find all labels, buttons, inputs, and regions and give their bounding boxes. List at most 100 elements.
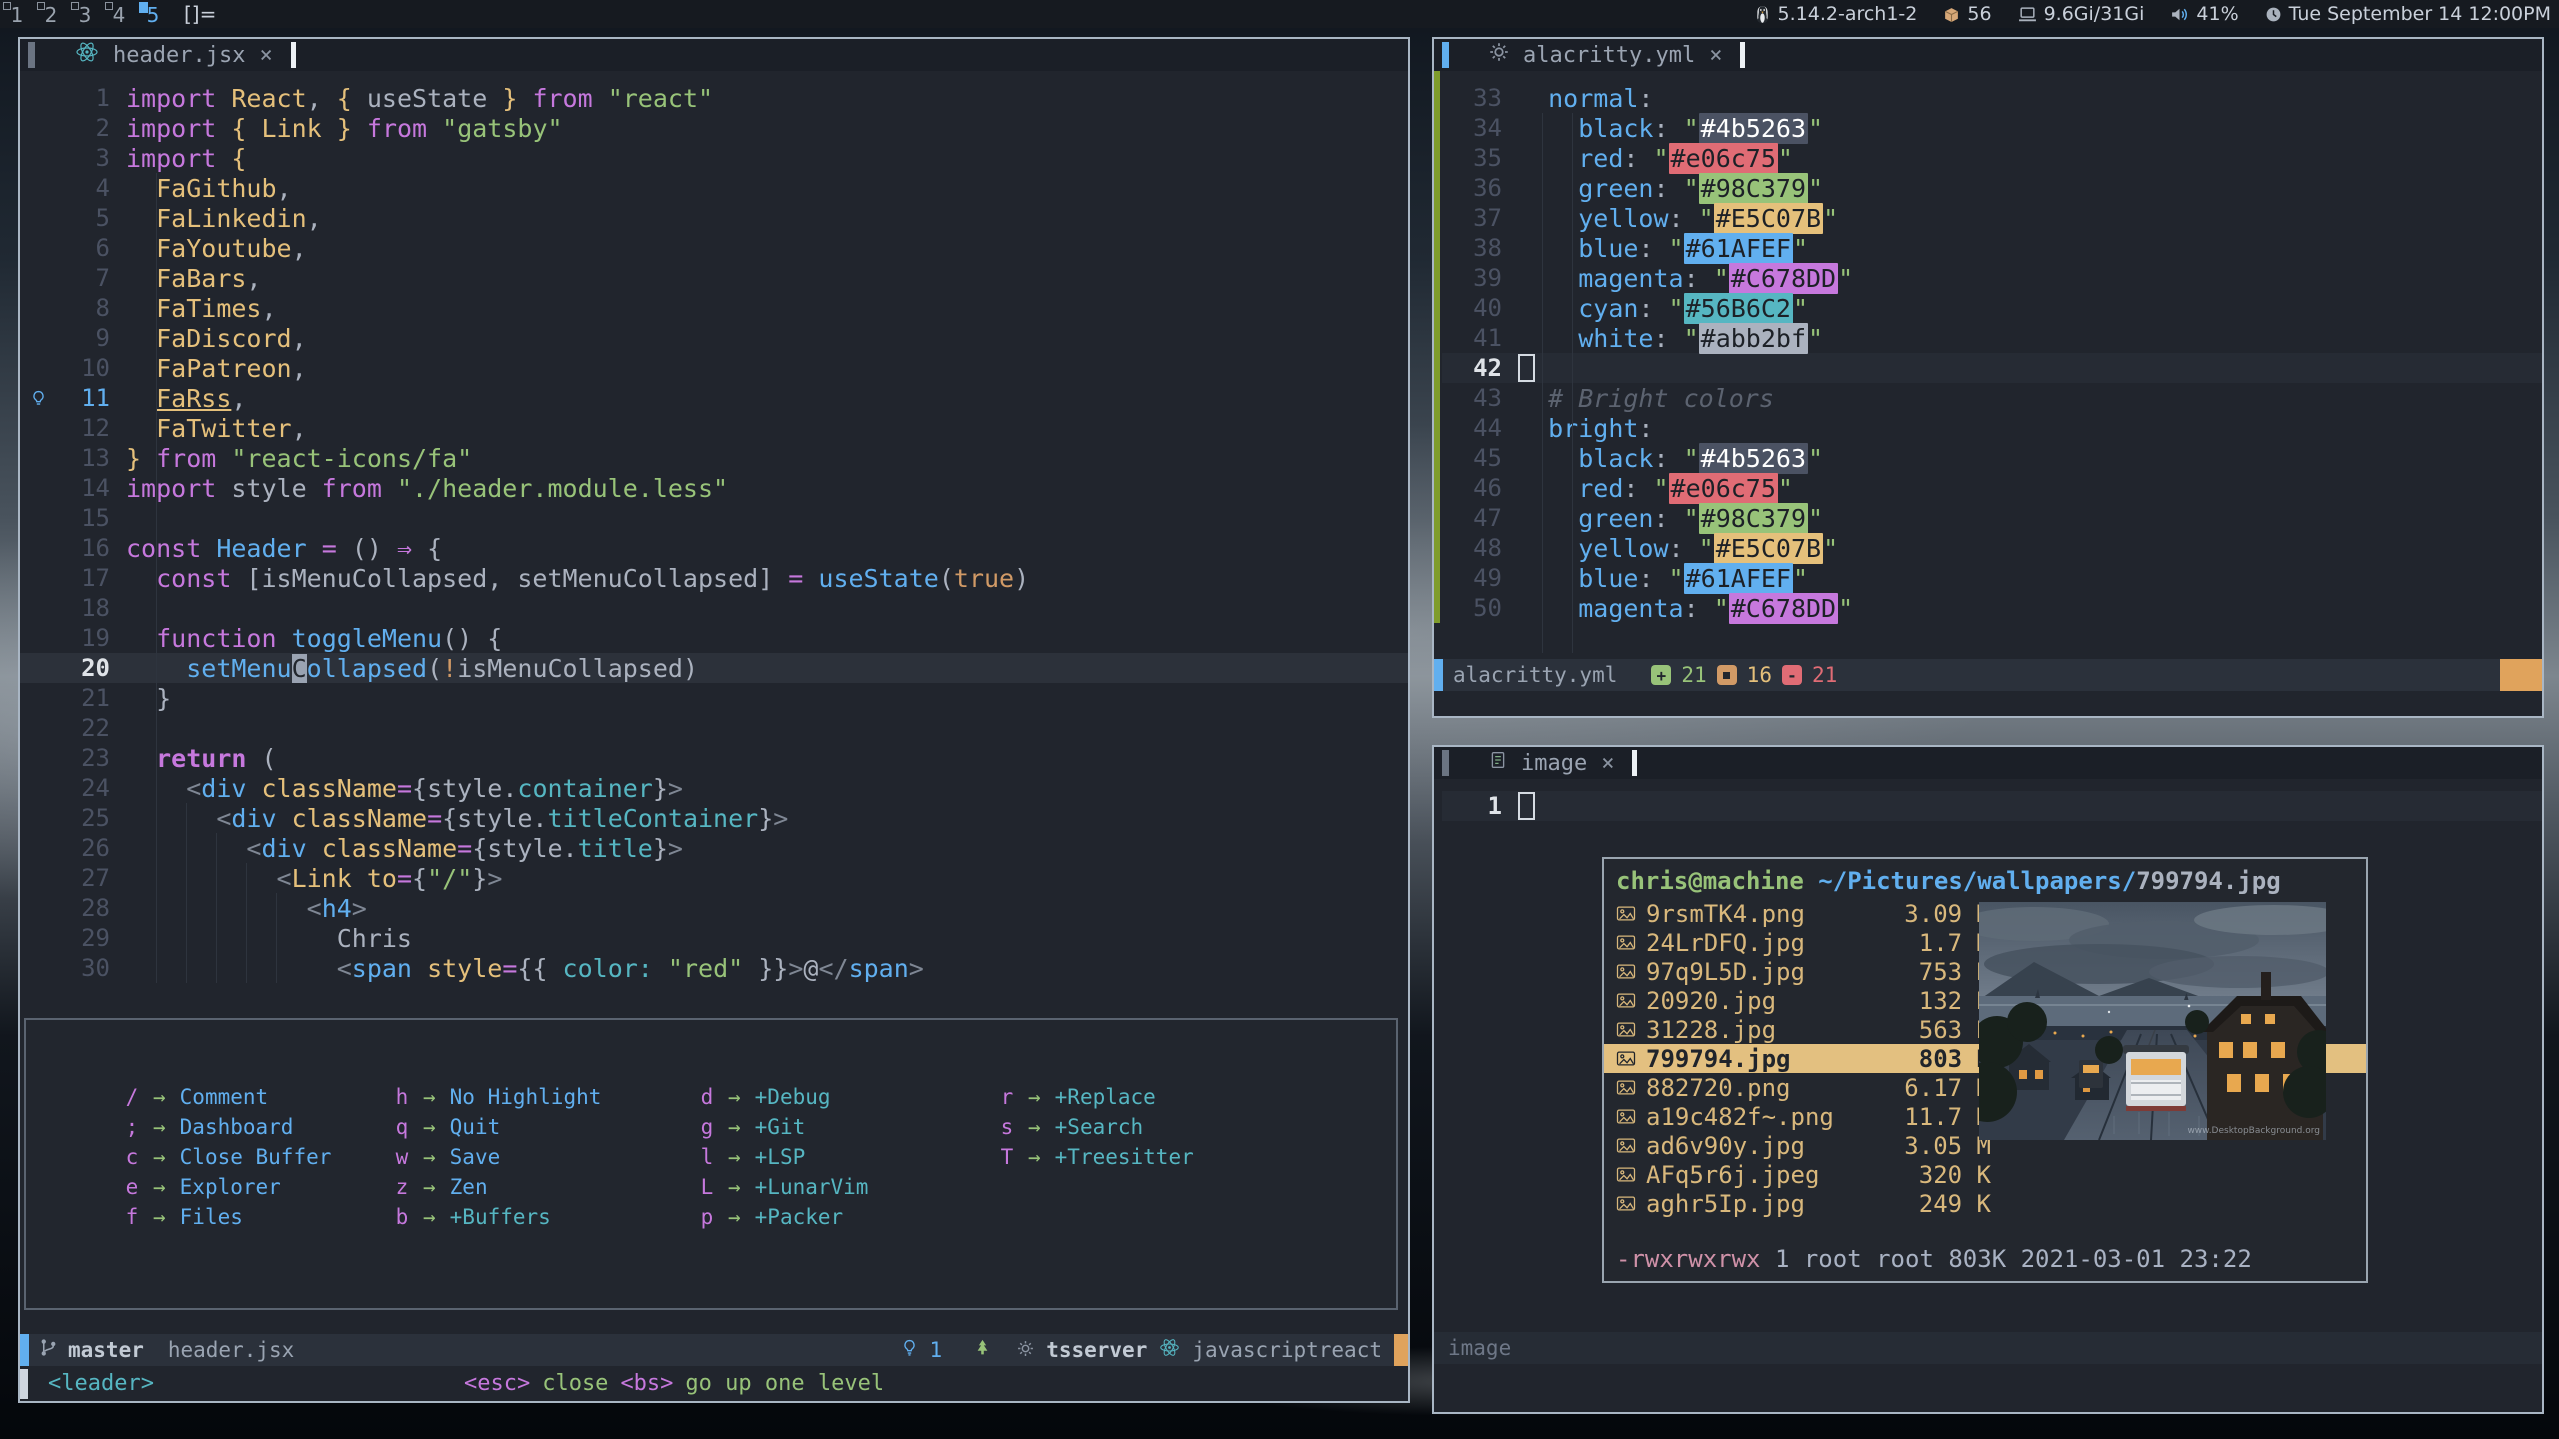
kernel-status: 5.14.2-arch1-2 — [1754, 3, 1918, 25]
whichkey-label: +LSP — [755, 1145, 806, 1169]
ranger-user-host: chris@machine — [1616, 867, 1804, 895]
editor-window-image[interactable]: image × 1 chris@machine ~/Pictures/wallp… — [1432, 745, 2544, 1414]
scrollbar-thumb[interactable] — [1394, 1334, 1408, 1366]
far-tram — [2079, 1060, 2103, 1088]
code-text: white: "#abb2bf" — [1518, 323, 1823, 354]
code-line[interactable]: 46 red: "#e06c75" — [1442, 473, 2542, 503]
code-line[interactable]: 35 red: "#e06c75" — [1442, 143, 2542, 173]
line-number: 17 — [56, 564, 126, 592]
code-line[interactable]: 37 yellow: "#E5C07B" — [1442, 203, 2542, 233]
code-text: magenta: "#C678DD" — [1518, 263, 1853, 294]
editor-window-alacritty[interactable]: alacritty.yml × 33 normal:34 black: "#4b… — [1432, 37, 2544, 718]
code-line[interactable]: 30 <span style={{ color: "red" }}>@</spa… — [20, 953, 1408, 983]
file-row[interactable]: aghr5Ip.jpg249 K — [1604, 1189, 2366, 1218]
code-line[interactable]: 21 } — [20, 683, 1408, 713]
code-line[interactable]: 20 setMenuCollapsed(!isMenuCollapsed) — [20, 653, 1408, 683]
line-number: 33 — [1448, 84, 1518, 112]
close-icon[interactable]: × — [1709, 43, 1722, 68]
code-line[interactable]: 1 — [1442, 791, 2542, 821]
code-line[interactable]: 14import style from "./header.module.les… — [20, 473, 1408, 503]
code-text: green: "#98C379" — [1518, 173, 1823, 204]
code-line[interactable]: 44 bright: — [1442, 413, 2542, 443]
code-line[interactable]: 28 <h4> — [20, 893, 1408, 923]
code-line[interactable]: 29 Chris — [20, 923, 1408, 953]
code-line[interactable]: 34 black: "#4b5263" — [1442, 113, 2542, 143]
close-icon[interactable]: × — [1601, 751, 1614, 776]
file-meta: 1 root root 803K 2021-03-01 23:22 — [1761, 1245, 2252, 1273]
code-line[interactable]: 36 green: "#98C379" — [1442, 173, 2542, 203]
whichkey-binding: h→No Highlight — [395, 1082, 601, 1112]
cmdline-headerjsx[interactable]: <leader> <esc> close <bs> go up one leve… — [20, 1366, 1408, 1401]
diagnostic-count[interactable]: 1 — [930, 1338, 943, 1362]
code-line[interactable]: 33 normal: — [1442, 83, 2542, 113]
workspace-5[interactable]: 5 — [136, 0, 170, 28]
image-file-icon — [1616, 1079, 1646, 1096]
code-area-image[interactable]: 1 — [1434, 779, 2542, 821]
code-text: import style from "./header.module.less" — [126, 474, 728, 503]
workspace-2[interactable]: 2 — [34, 0, 68, 28]
code-area-headerjsx[interactable]: 1import React, { useState } from "react"… — [20, 71, 1408, 983]
layout-symbol[interactable]: []= — [184, 2, 216, 26]
lsp-server-name: tsserver — [1046, 1338, 1147, 1362]
code-line[interactable]: 11 FaRss, — [20, 383, 1408, 413]
workspace-3[interactable]: 3 — [68, 0, 102, 28]
whichkey-key: s — [1000, 1115, 1014, 1139]
close-icon[interactable]: × — [259, 43, 272, 68]
code-line[interactable]: 27 <Link to={"/"}> — [20, 863, 1408, 893]
line-number: 50 — [1448, 594, 1518, 622]
code-area-alacritty[interactable]: 33 normal:34 black: "#4b5263"35 red: "#e… — [1434, 71, 2542, 623]
treesitter-tree-icon — [974, 1338, 991, 1362]
code-line[interactable]: 43 # Bright colors — [1442, 383, 2542, 413]
code-line[interactable]: 3import { — [20, 143, 1408, 173]
code-line[interactable]: 13} from "react-icons/fa" — [20, 443, 1408, 473]
code-line[interactable]: 5 FaLinkedin, — [20, 203, 1408, 233]
workspace-1[interactable]: 1 — [0, 0, 34, 28]
scrollbar-thumb[interactable] — [2500, 659, 2542, 691]
code-line[interactable]: 50 magenta: "#C678DD" — [1442, 593, 2542, 623]
code-line[interactable]: 26 <div className={style.title}> — [20, 833, 1408, 863]
code-line[interactable]: 40 cyan: "#56B6C2" — [1442, 293, 2542, 323]
tab-label: alacritty.yml — [1523, 43, 1695, 68]
code-line[interactable]: 41 white: "#abb2bf" — [1442, 323, 2542, 353]
code-line[interactable]: 8 FaTimes, — [20, 293, 1408, 323]
code-line[interactable]: 39 magenta: "#C678DD" — [1442, 263, 2542, 293]
image-file-icon — [1616, 1166, 1646, 1183]
editor-window-headerjsx[interactable]: header.jsx × 1import React, { useState }… — [18, 37, 1410, 1403]
code-line[interactable]: 24 <div className={style.container}> — [20, 773, 1408, 803]
code-line[interactable]: 47 green: "#98C379" — [1442, 503, 2542, 533]
workspace-label: 2 — [45, 2, 58, 28]
code-line[interactable]: 42 — [1442, 353, 2542, 383]
git-branch-name[interactable]: master — [68, 1338, 144, 1362]
line-number: 21 — [56, 684, 126, 712]
code-line[interactable]: 9 FaDiscord, — [20, 323, 1408, 353]
code-text: } — [126, 684, 171, 713]
code-line[interactable]: 19 function toggleMenu() { — [20, 623, 1408, 653]
code-line[interactable]: 15 — [20, 503, 1408, 533]
code-line[interactable]: 7 FaBars, — [20, 263, 1408, 293]
workspace-client-dot — [105, 2, 113, 10]
code-line[interactable]: 4 FaGithub, — [20, 173, 1408, 203]
code-line[interactable]: 16const Header = () ⇒ { — [20, 533, 1408, 563]
code-line[interactable]: 10 FaPatreon, — [20, 353, 1408, 383]
code-line[interactable]: 12 FaTwitter, — [20, 413, 1408, 443]
code-line[interactable]: 2import { Link } from "gatsby" — [20, 113, 1408, 143]
indent-guide — [1542, 113, 1543, 653]
file-size: 11.7 M — [1876, 1103, 1991, 1131]
whichkey-key: z — [395, 1175, 409, 1199]
tab-image[interactable]: image × — [1449, 750, 1624, 776]
code-line[interactable]: 18 — [20, 593, 1408, 623]
code-line[interactable]: 25 <div className={style.titleContainer}… — [20, 803, 1408, 833]
tab-headerjsx[interactable]: header.jsx × — [35, 40, 283, 70]
code-line[interactable]: 48 yellow: "#E5C07B" — [1442, 533, 2542, 563]
code-line[interactable]: 23 return ( — [20, 743, 1408, 773]
code-line[interactable]: 38 blue: "#61AFEF" — [1442, 233, 2542, 263]
code-line[interactable]: 22 — [20, 713, 1408, 743]
code-line[interactable]: 45 black: "#4b5263" — [1442, 443, 2542, 473]
workspace-4[interactable]: 4 — [102, 0, 136, 28]
tab-alacritty[interactable]: alacritty.yml × — [1449, 42, 1732, 68]
code-line[interactable]: 49 blue: "#61AFEF" — [1442, 563, 2542, 593]
file-row[interactable]: AFq5r6j.jpeg320 K — [1604, 1160, 2366, 1189]
code-line[interactable]: 6 FaYoutube, — [20, 233, 1408, 263]
code-line[interactable]: 17 const [isMenuCollapsed, setMenuCollap… — [20, 563, 1408, 593]
code-line[interactable]: 1import React, { useState } from "react" — [20, 83, 1408, 113]
